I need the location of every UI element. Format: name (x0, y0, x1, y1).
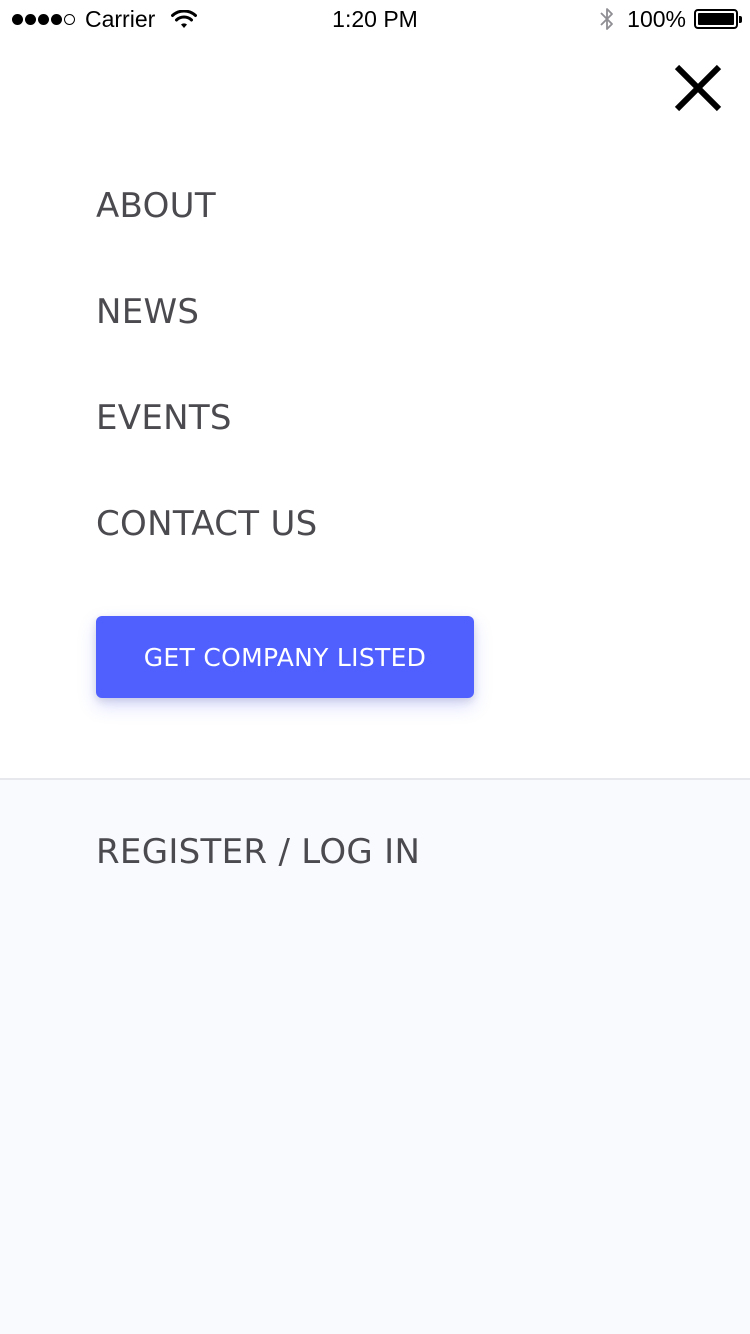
close-icon (674, 64, 722, 112)
get-company-listed-button[interactable]: GET COMPANY LISTED (96, 616, 474, 698)
menu-footer: REGISTER / LOG IN (0, 778, 750, 1334)
menu-item-news[interactable]: NEWS (96, 286, 656, 392)
menu-item-about[interactable]: ABOUT (96, 180, 656, 286)
battery-icon (694, 9, 742, 29)
close-menu-button[interactable] (672, 62, 724, 114)
menu-item-contact-us[interactable]: CONTACT US (96, 498, 656, 604)
mobile-menu-screen: Carrier 1:20 PM 100% ABOUT NEWS EVENTS C… (0, 0, 750, 1334)
battery-percentage: 100% (627, 5, 686, 32)
bluetooth-icon (600, 8, 614, 30)
register-login-link[interactable]: REGISTER / LOG IN (96, 832, 420, 872)
status-bar: Carrier 1:20 PM 100% (0, 0, 750, 40)
main-nav-menu: ABOUT NEWS EVENTS CONTACT US (96, 180, 656, 604)
status-bar-right: 100% (599, 5, 742, 33)
menu-item-events[interactable]: EVENTS (96, 392, 656, 498)
